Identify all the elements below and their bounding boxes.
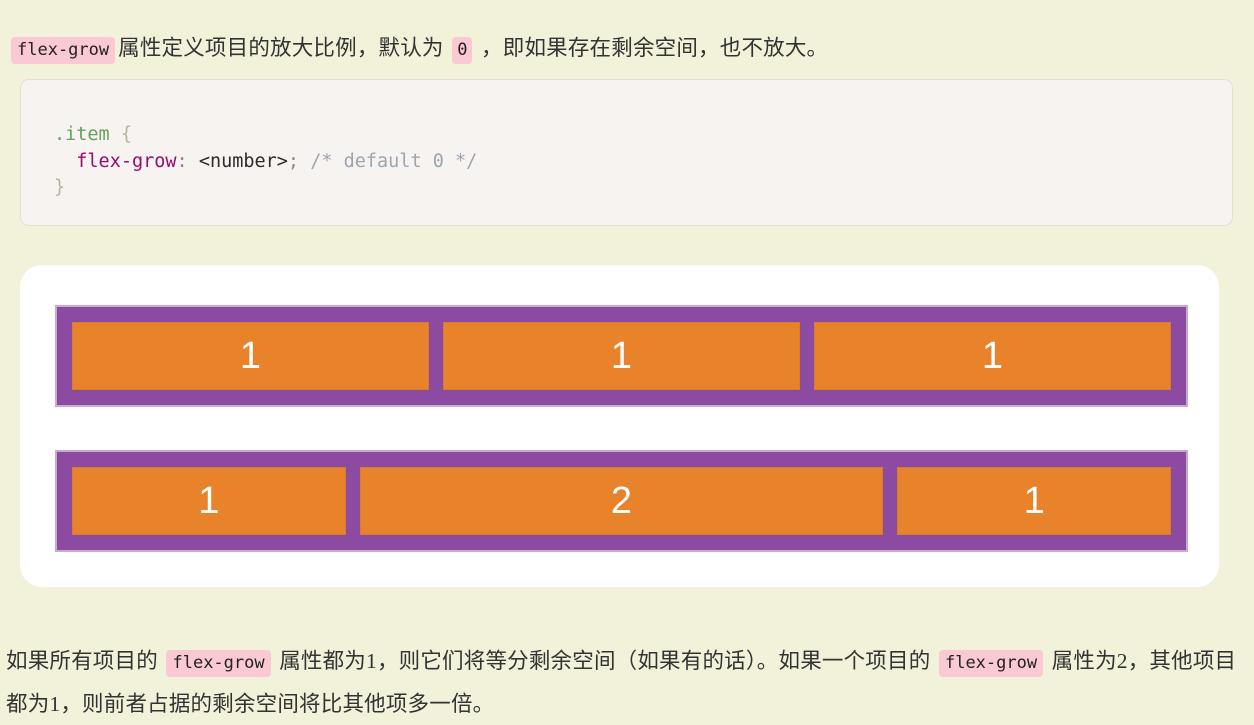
flex-item: 2: [359, 467, 884, 535]
flex-item-label: 1: [610, 335, 633, 377]
code-token-close-brace: }: [54, 177, 66, 198]
code-token-colon: :: [176, 150, 188, 172]
inline-code-flex-grow: flex-grow: [938, 649, 1044, 677]
intro-text-part-1: 属性定义项目的放大比例，默认为: [118, 35, 444, 60]
code-block-content: .item { flex-grow: <number>; /* default …: [21, 80, 1232, 202]
outro-text-part-1: 如果所有项目的: [6, 648, 158, 673]
flex-item-label: 1: [981, 335, 1004, 377]
inline-code-zero: 0: [452, 36, 473, 64]
code-token-open-brace: {: [120, 124, 132, 145]
code-token-semicolon: ;: [287, 150, 300, 172]
flex-item-label: 1: [1023, 480, 1045, 522]
flex-item: 1: [72, 322, 429, 390]
flex-demo-card: 1 1 1 1 2 1: [20, 265, 1219, 587]
flex-item-label: 2: [610, 480, 633, 522]
code-token-property: flex-grow: [76, 150, 177, 172]
intro-paragraph: flex-grow 属性定义项目的放大比例，默认为 0 ，即如果存在剩余空间，也不…: [8, 28, 1248, 71]
outro-paragraph: 如果所有项目的 flex-grow 属性都为1，则它们将等分剩余空间（如果有的话…: [6, 641, 1250, 725]
inline-code-flex-grow: flex-grow: [166, 649, 271, 677]
documentation-page: flex-grow 属性定义项目的放大比例，默认为 0 ，即如果存在剩余空间，也不…: [0, 0, 1254, 716]
intro-text-part-2: ，即如果存在剩余空间，也不放大。: [481, 35, 829, 60]
flex-container-double-grow: 1 2 1: [55, 450, 1188, 552]
flex-item: 1: [897, 467, 1171, 535]
flex-item: 1: [443, 322, 800, 390]
code-block: .item { flex-grow: <number>; /* default …: [20, 79, 1233, 226]
code-token-comment: /* default 0 */: [310, 150, 478, 172]
flex-item: 1: [814, 322, 1171, 390]
inline-code-flex-grow: flex-grow: [11, 36, 116, 64]
outro-text-part-2: 属性都为1，则它们将等分剩余空间（如果有的话）。如果一个项目的: [279, 648, 931, 673]
flex-item-label: 1: [239, 335, 262, 377]
code-token-value: <number>: [198, 150, 288, 172]
code-token-selector: .item: [54, 124, 110, 145]
flex-item-label: 1: [198, 480, 220, 522]
flex-item: 1: [72, 467, 346, 535]
flex-container-equal-grow: 1 1 1: [55, 305, 1188, 407]
